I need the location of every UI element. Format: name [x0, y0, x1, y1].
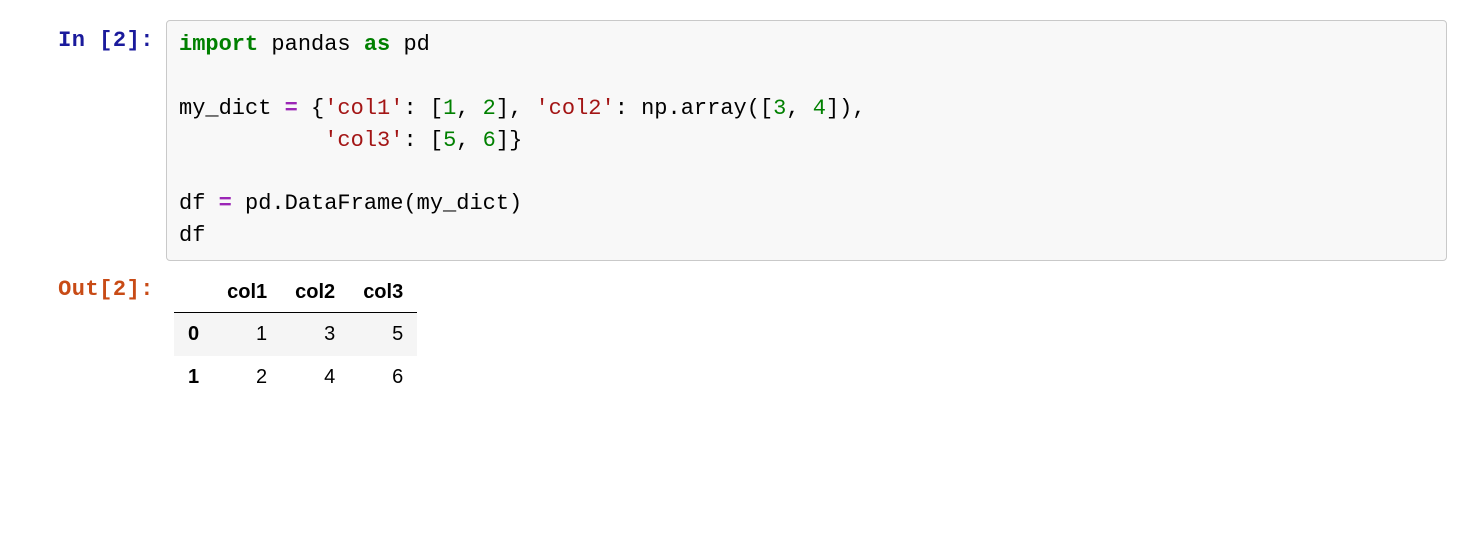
table-cell: 3 [281, 313, 349, 357]
token-string: 'col2' [535, 96, 614, 121]
table-header-blank [174, 273, 213, 313]
input-prompt: In [2]: [16, 20, 166, 53]
token-punct [179, 128, 324, 153]
table-cell: 5 [349, 313, 417, 357]
token-punct: ], [496, 96, 536, 121]
token-name: pd.DataFrame(my_dict) [232, 191, 522, 216]
token-name: my_dict [179, 96, 285, 121]
token-punct: { [298, 96, 324, 121]
table-header-row: col1 col2 col3 [174, 273, 417, 313]
token-number: 4 [813, 96, 826, 121]
output-cell: Out[2]: col1 col2 col3 0 1 3 5 [16, 269, 1447, 399]
token-punct: : [ [403, 96, 443, 121]
table-row: 1 2 4 6 [174, 356, 417, 399]
token-keyword: as [364, 32, 390, 57]
table-cell: 6 [349, 356, 417, 399]
notebook: In [2]: import pandas as pd my_dict = {'… [0, 0, 1463, 427]
table-header-cell: col1 [213, 273, 281, 313]
dataframe-table: col1 col2 col3 0 1 3 5 1 2 4 [174, 273, 417, 399]
token-punct: , [456, 96, 482, 121]
token-punct: : np.array([ [615, 96, 773, 121]
output-prompt: Out[2]: [16, 269, 166, 302]
token-operator: = [285, 96, 298, 121]
token-punct: : [ [403, 128, 443, 153]
token-name: pd [390, 32, 430, 57]
token-operator: = [219, 191, 232, 216]
token-punct: ]} [496, 128, 522, 153]
token-name: df [179, 223, 205, 248]
table-index-cell: 0 [174, 313, 213, 357]
token-name: pandas [258, 32, 364, 57]
token-punct: , [786, 96, 812, 121]
table-cell: 2 [213, 356, 281, 399]
token-number: 3 [773, 96, 786, 121]
token-string: 'col3' [324, 128, 403, 153]
token-number: 6 [483, 128, 496, 153]
output-area: col1 col2 col3 0 1 3 5 1 2 4 [166, 269, 1447, 399]
token-punct: , [456, 128, 482, 153]
table-header-cell: col2 [281, 273, 349, 313]
table-header-cell: col3 [349, 273, 417, 313]
token-name: df [179, 191, 219, 216]
token-number: 5 [443, 128, 456, 153]
table-index-cell: 1 [174, 356, 213, 399]
table-cell: 4 [281, 356, 349, 399]
token-number: 2 [483, 96, 496, 121]
code-input-area[interactable]: import pandas as pd my_dict = {'col1': [… [166, 20, 1447, 261]
token-punct: ]), [826, 96, 866, 121]
token-keyword: import [179, 32, 258, 57]
table-row: 0 1 3 5 [174, 313, 417, 357]
token-number: 1 [443, 96, 456, 121]
token-string: 'col1' [324, 96, 403, 121]
table-cell: 1 [213, 313, 281, 357]
code-cell: In [2]: import pandas as pd my_dict = {'… [16, 20, 1447, 261]
